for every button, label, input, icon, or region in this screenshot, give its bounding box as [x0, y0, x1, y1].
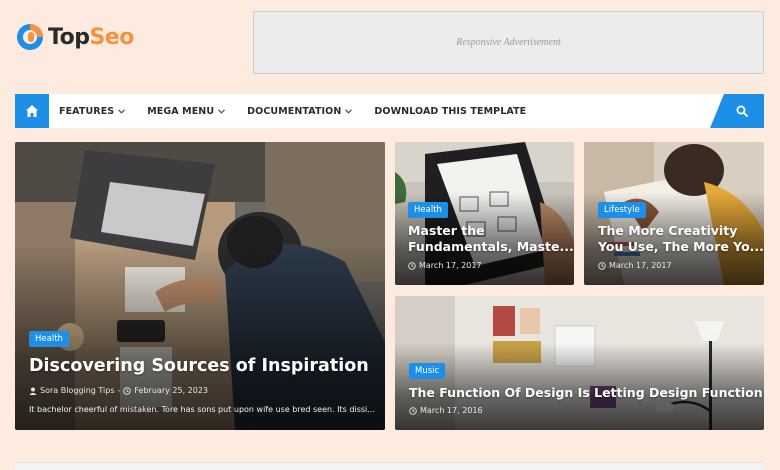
post-title-line-2[interactable]: Fundamentals, Maste...: [408, 239, 574, 254]
nav-item-download-template[interactable]: DOWNLOAD THIS TEMPLATE: [374, 106, 526, 117]
post-date: March 17, 2016: [420, 406, 483, 415]
post-excerpt: It bachelor cheerful of mistaken. Tore h…: [29, 405, 375, 414]
site-header: TopSeo Responsive Advertisement: [0, 0, 780, 94]
nav-item-label: DOWNLOAD THIS TEMPLATE: [374, 105, 527, 117]
category-badge[interactable]: Lifestyle: [598, 202, 646, 218]
category-badge[interactable]: Health: [408, 202, 448, 218]
nav-item-features[interactable]: FEATURES: [59, 105, 126, 117]
post-date: February 25, 2023: [134, 386, 209, 395]
chevron-down-icon: [118, 108, 126, 114]
clock-icon: [598, 261, 606, 270]
post-title-line-1[interactable]: The More Creativity: [598, 223, 737, 238]
post-date: March 17, 2017: [609, 261, 672, 270]
chevron-down-icon: [345, 108, 353, 114]
chevron-down-icon: [218, 108, 226, 114]
site-logo[interactable]: TopSeo: [15, 22, 134, 52]
post-meta: March 17, 2016: [409, 406, 483, 415]
post-title-line-1[interactable]: Master the: [408, 223, 485, 238]
clock-icon: [123, 386, 132, 395]
post-title[interactable]: The Function Of Design Is Letting Design…: [409, 385, 763, 400]
logo-text-seo: Seo: [89, 24, 134, 50]
post-date: March 17, 2017: [419, 261, 482, 270]
category-badge[interactable]: Music: [409, 363, 446, 379]
logo-text-top: Top: [48, 24, 90, 50]
nav-item-label: FEATURES: [59, 105, 115, 117]
advertisement-banner[interactable]: Responsive Advertisement: [253, 11, 764, 74]
post-title-line-2[interactable]: You Use, The More Yo...: [598, 239, 764, 254]
nav-item-label: DOCUMENTATION: [247, 105, 342, 117]
nav-item-documentation[interactable]: DOCUMENTATION: [247, 105, 353, 117]
nav-item-label: MEGA MENU: [147, 105, 215, 117]
post-author[interactable]: Sora Blogging Tips: [40, 386, 115, 395]
home-button[interactable]: [15, 94, 49, 128]
home-icon: [26, 105, 38, 117]
main-navigation: FEATURES MEGA MENU DOCUMENTATION DOWNLOA…: [15, 94, 764, 128]
author-icon: [29, 387, 37, 395]
featured-post-small-2[interactable]: Lifestyle The More Creativity You Use, T…: [584, 142, 764, 285]
search-button[interactable]: [710, 94, 764, 128]
category-badge[interactable]: Health: [29, 331, 69, 347]
nav-menu: FEATURES MEGA MENU DOCUMENTATION DOWNLOA…: [59, 94, 548, 128]
featured-post-large[interactable]: Health Discovering Sources of Inspiratio…: [15, 142, 385, 430]
featured-post-wide[interactable]: Music The Function Of Design Is Letting …: [395, 296, 764, 430]
post-title[interactable]: Discovering Sources of Inspiration: [29, 356, 369, 376]
logo-text: TopSeo: [48, 25, 134, 50]
post-meta: March 17, 2017: [408, 261, 482, 270]
content-section-top: [15, 462, 764, 470]
nav-item-mega-menu[interactable]: MEGA MENU: [147, 105, 226, 117]
search-icon: [736, 105, 748, 117]
ad-label: Responsive Advertisement: [456, 37, 561, 48]
logo-icon: [15, 22, 45, 52]
clock-icon: [408, 261, 416, 270]
featured-post-small-1[interactable]: Health Master the Fundamentals, Maste...…: [395, 142, 574, 285]
clock-icon: [409, 406, 417, 415]
post-meta: March 17, 2017: [598, 261, 672, 270]
post-meta: Sora Blogging Tips - February 25, 2023: [29, 386, 208, 395]
